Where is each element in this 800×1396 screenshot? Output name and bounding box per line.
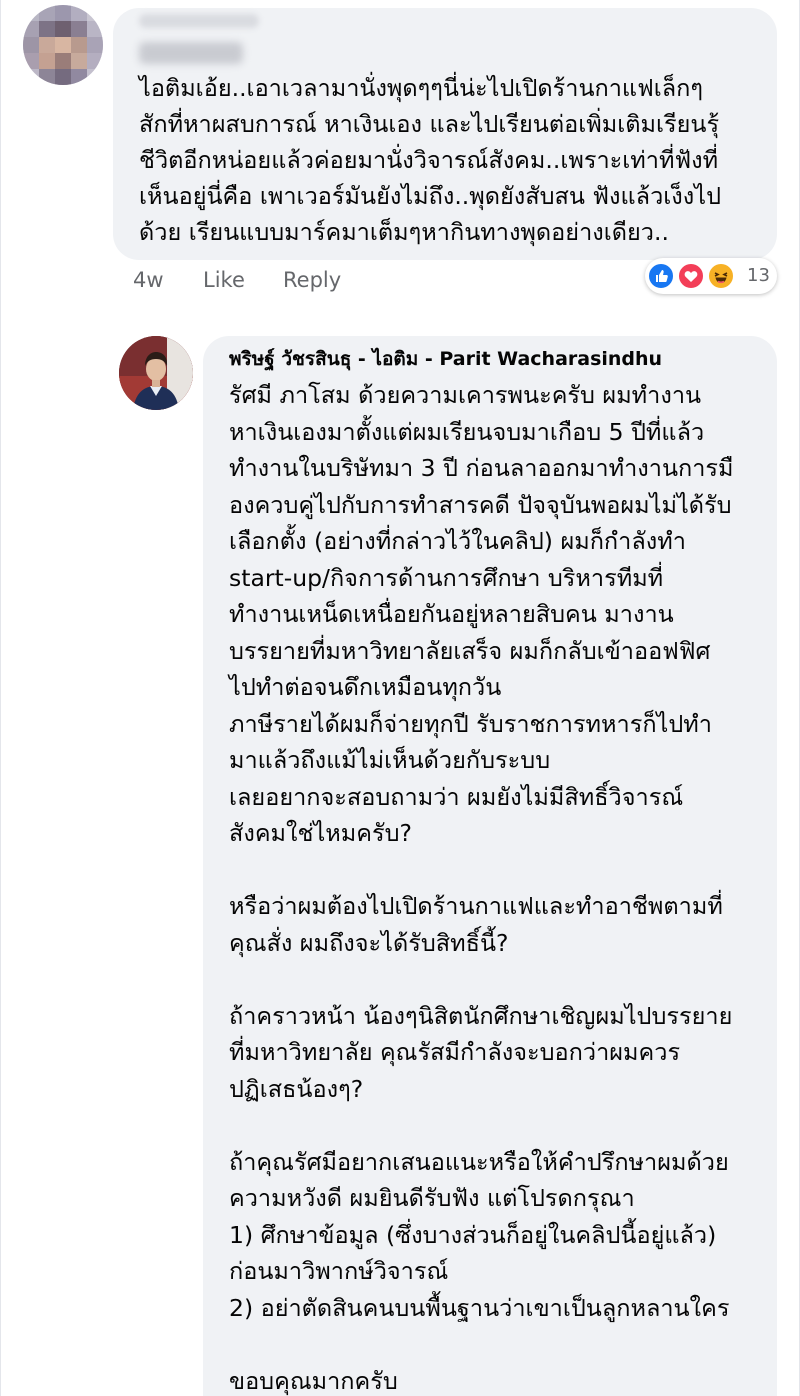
reply-author-avatar[interactable]	[119, 336, 193, 410]
commenter-avatar-blurred[interactable]	[23, 5, 103, 85]
comment-text: ไอติมเอ้ย..เอาเวลามานั่งพุดๆๆนี่น่ะไปเปิ…	[139, 74, 721, 246]
reactions-summary[interactable]: 13	[645, 258, 777, 294]
comment-thread: ไอติมเอ้ย..เอาเวลามานั่งพุดๆๆนี่น่ะไปเปิ…	[0, 0, 800, 1396]
comment-timestamp[interactable]: 4w	[133, 268, 203, 292]
reply-text: รัศมี ภาโสม ด้วยความเคารพนะครับ ผมทำงาน …	[229, 381, 734, 1395]
love-icon	[677, 262, 705, 290]
like-icon	[647, 262, 675, 290]
reaction-count: 13	[747, 265, 770, 286]
commenter-name-blurred[interactable]	[139, 42, 243, 64]
like-button[interactable]: Like	[203, 268, 283, 292]
reply-author-name[interactable]: พริษฐ์ วัชรสินธุ - ไอติม - Parit Wachara…	[229, 344, 662, 374]
reply-button[interactable]: Reply	[283, 268, 341, 292]
haha-icon	[707, 262, 735, 290]
commenter-meta-blurred	[139, 14, 259, 28]
comment-actions: 4w Like Reply	[133, 268, 341, 292]
